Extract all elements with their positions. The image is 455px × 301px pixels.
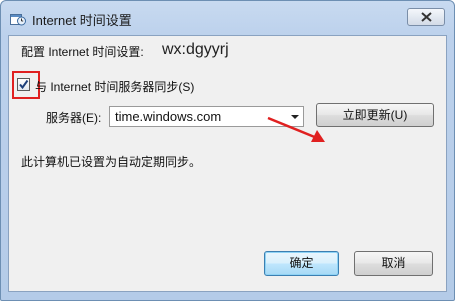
server-label: 服务器(E): [46,111,102,125]
config-label: 配置 Internet 时间设置: [21,45,144,59]
sync-label[interactable]: 与 Internet 时间服务器同步(S) [35,78,194,95]
title-bar[interactable]: Internet 时间设置 [1,1,454,35]
sync-checkbox[interactable] [17,78,30,91]
server-value: time.windows.com [115,109,222,124]
update-now-button[interactable]: 立即更新(U) [316,103,434,127]
calendar-clock-icon [10,11,26,26]
watermark-text: wx:dgyyrj [162,41,229,58]
ok-button[interactable]: 确定 [264,251,339,276]
internet-time-dialog: Internet 时间设置 配置 Internet 时间设置: wx:dgyyr… [0,0,455,301]
checkmark-icon [19,79,29,90]
close-icon [421,12,432,22]
sync-status-text: 此计算机已设置为自动定期同步。 [21,155,202,169]
cancel-button[interactable]: 取消 [354,251,433,276]
window-title: Internet 时间设置 [32,13,132,28]
close-button[interactable] [407,8,445,26]
dialog-content: 配置 Internet 时间设置: wx:dgyyrj 与 Internet 时… [8,35,447,292]
